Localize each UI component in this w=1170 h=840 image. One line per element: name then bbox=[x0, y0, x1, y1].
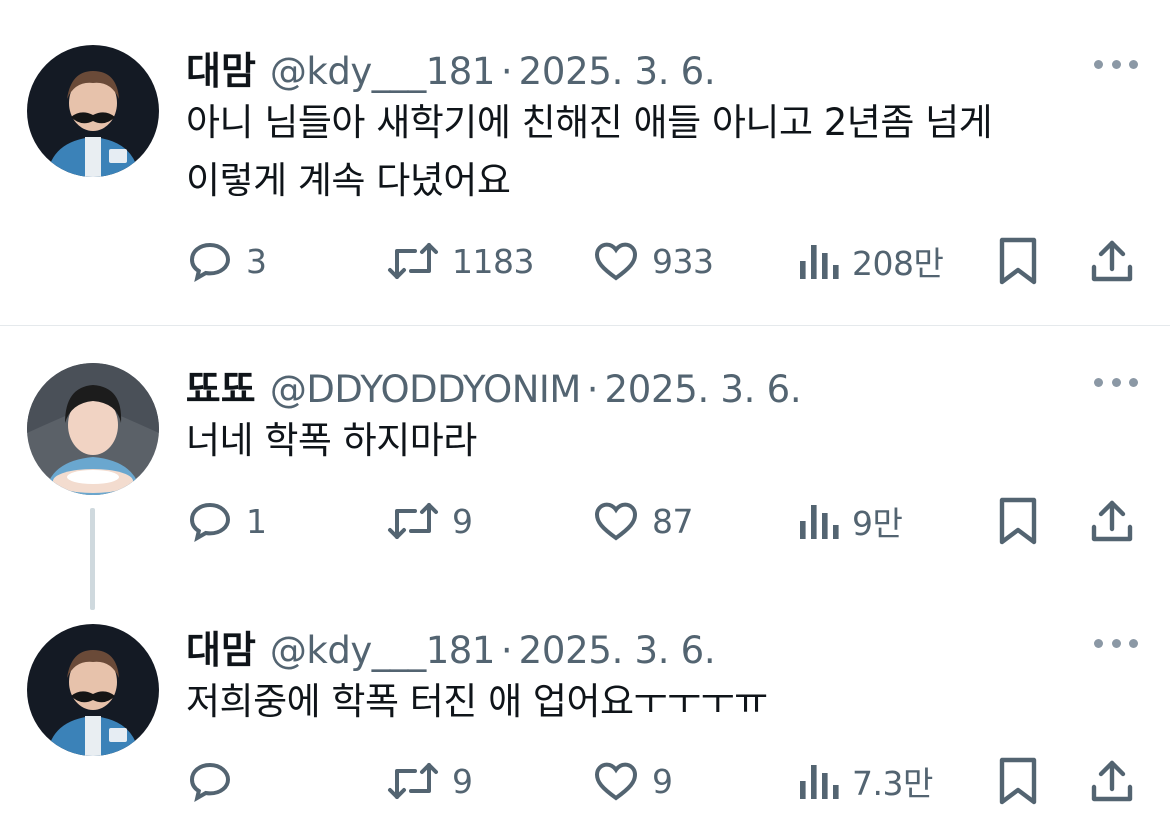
views-count: 9만 bbox=[852, 504, 903, 543]
avatar[interactable] bbox=[27, 363, 159, 495]
reply-count: 3 bbox=[246, 241, 267, 281]
bookmark-icon bbox=[999, 497, 1037, 545]
like-icon bbox=[594, 242, 638, 281]
reply-icon bbox=[189, 762, 231, 803]
bookmark-button[interactable] bbox=[996, 236, 1040, 286]
tweet-text-line: 저희중에 학폭 터진 애 업어요ㅜㅜㅜㅠ bbox=[186, 680, 768, 723]
reply-icon bbox=[189, 242, 231, 283]
avatar[interactable] bbox=[27, 624, 159, 756]
retweet-icon bbox=[388, 503, 438, 539]
display-name[interactable]: 대맘 bbox=[186, 40, 256, 95]
more-icon[interactable] bbox=[1094, 58, 1138, 70]
reply-icon bbox=[189, 502, 231, 543]
retweet-button[interactable]: 1183 bbox=[386, 236, 534, 286]
thread-connector bbox=[90, 508, 95, 610]
timestamp[interactable]: 2025. 3. 6. bbox=[605, 368, 802, 411]
views-button[interactable]: 9만 bbox=[796, 496, 903, 546]
like-button[interactable]: 933 bbox=[592, 236, 714, 286]
separator: · bbox=[586, 368, 599, 411]
user-handle[interactable]: @DDYODDYONIM bbox=[270, 368, 581, 411]
more-icon[interactable] bbox=[1094, 637, 1138, 649]
views-icon bbox=[800, 245, 839, 279]
like-count: 933 bbox=[652, 241, 714, 281]
retweet-count: 1183 bbox=[452, 241, 534, 281]
reply-button[interactable] bbox=[186, 756, 246, 806]
views-icon bbox=[800, 505, 839, 539]
tweet-text: 너네 학폭 하지마라 bbox=[186, 412, 1136, 470]
timestamp[interactable]: 2025. 3. 6. bbox=[519, 50, 716, 93]
display-name[interactable]: 대맘 bbox=[186, 619, 256, 674]
tweet-text-line: 이렇게 계속 다녔어요 bbox=[186, 159, 511, 202]
action-bar: 1 9 87 9만 bbox=[0, 496, 1170, 546]
separator: · bbox=[500, 50, 513, 93]
timestamp[interactable]: 2025. 3. 6. bbox=[519, 629, 716, 672]
like-icon bbox=[594, 502, 638, 541]
share-button[interactable] bbox=[1088, 236, 1136, 286]
bookmark-button[interactable] bbox=[996, 756, 1040, 806]
tweet-text-line: 아니 님들아 새학기에 친해진 애들 아니고 2년좀 넘게 bbox=[186, 101, 993, 144]
tweet-header: 대맘 @kdy___181 · 2025. 3. 6. bbox=[186, 619, 716, 672]
retweet-count: 9 bbox=[452, 501, 473, 541]
reply-count: 1 bbox=[246, 501, 267, 541]
views-count: 208만 bbox=[852, 244, 944, 283]
retweet-icon bbox=[388, 243, 438, 279]
retweet-count: 9 bbox=[452, 761, 473, 801]
more-icon[interactable] bbox=[1094, 376, 1138, 388]
display-name[interactable]: 뚀뚀 bbox=[186, 358, 256, 413]
like-button[interactable]: 9 bbox=[592, 756, 673, 806]
reply-button[interactable]: 3 bbox=[186, 236, 267, 286]
share-button[interactable] bbox=[1088, 496, 1136, 546]
avatar[interactable] bbox=[27, 45, 159, 177]
retweet-button[interactable]: 9 bbox=[386, 496, 473, 546]
tweet-header: 대맘 @kdy___181 · 2025. 3. 6. bbox=[186, 40, 716, 93]
action-bar: 9 9 7.3만 bbox=[0, 756, 1170, 806]
retweet-button[interactable]: 9 bbox=[386, 756, 473, 806]
like-button[interactable]: 87 bbox=[592, 496, 694, 546]
share-icon bbox=[1091, 500, 1133, 542]
views-button[interactable]: 208만 bbox=[796, 236, 944, 286]
action-bar: 3 1183 933 208만 bbox=[0, 236, 1170, 286]
bookmark-icon bbox=[999, 237, 1037, 285]
share-button[interactable] bbox=[1088, 756, 1136, 806]
tweet-text: 아니 님들아 새학기에 친해진 애들 아니고 2년좀 넘게 이렇게 계속 다녔어… bbox=[186, 94, 1136, 210]
share-icon bbox=[1091, 240, 1133, 282]
separator: · bbox=[500, 629, 513, 672]
divider bbox=[0, 325, 1170, 326]
user-handle[interactable]: @kdy___181 bbox=[270, 629, 495, 672]
reply-button[interactable]: 1 bbox=[186, 496, 267, 546]
like-count: 87 bbox=[652, 501, 694, 541]
share-icon bbox=[1091, 760, 1133, 802]
tweet-header: 뚀뚀 @DDYODDYONIM · 2025. 3. 6. bbox=[186, 358, 802, 411]
retweet-icon bbox=[388, 763, 438, 799]
tweet-text-line: 너네 학폭 하지마라 bbox=[186, 419, 477, 462]
like-icon bbox=[594, 762, 638, 801]
views-icon bbox=[800, 765, 839, 799]
bookmark-icon bbox=[999, 757, 1037, 805]
bookmark-button[interactable] bbox=[996, 496, 1040, 546]
views-count: 7.3만 bbox=[852, 764, 933, 803]
tweet-text: 저희중에 학폭 터진 애 업어요ㅜㅜㅜㅠ bbox=[186, 673, 1136, 731]
views-button[interactable]: 7.3만 bbox=[796, 756, 933, 806]
like-count: 9 bbox=[652, 761, 673, 801]
user-handle[interactable]: @kdy___181 bbox=[270, 50, 495, 93]
